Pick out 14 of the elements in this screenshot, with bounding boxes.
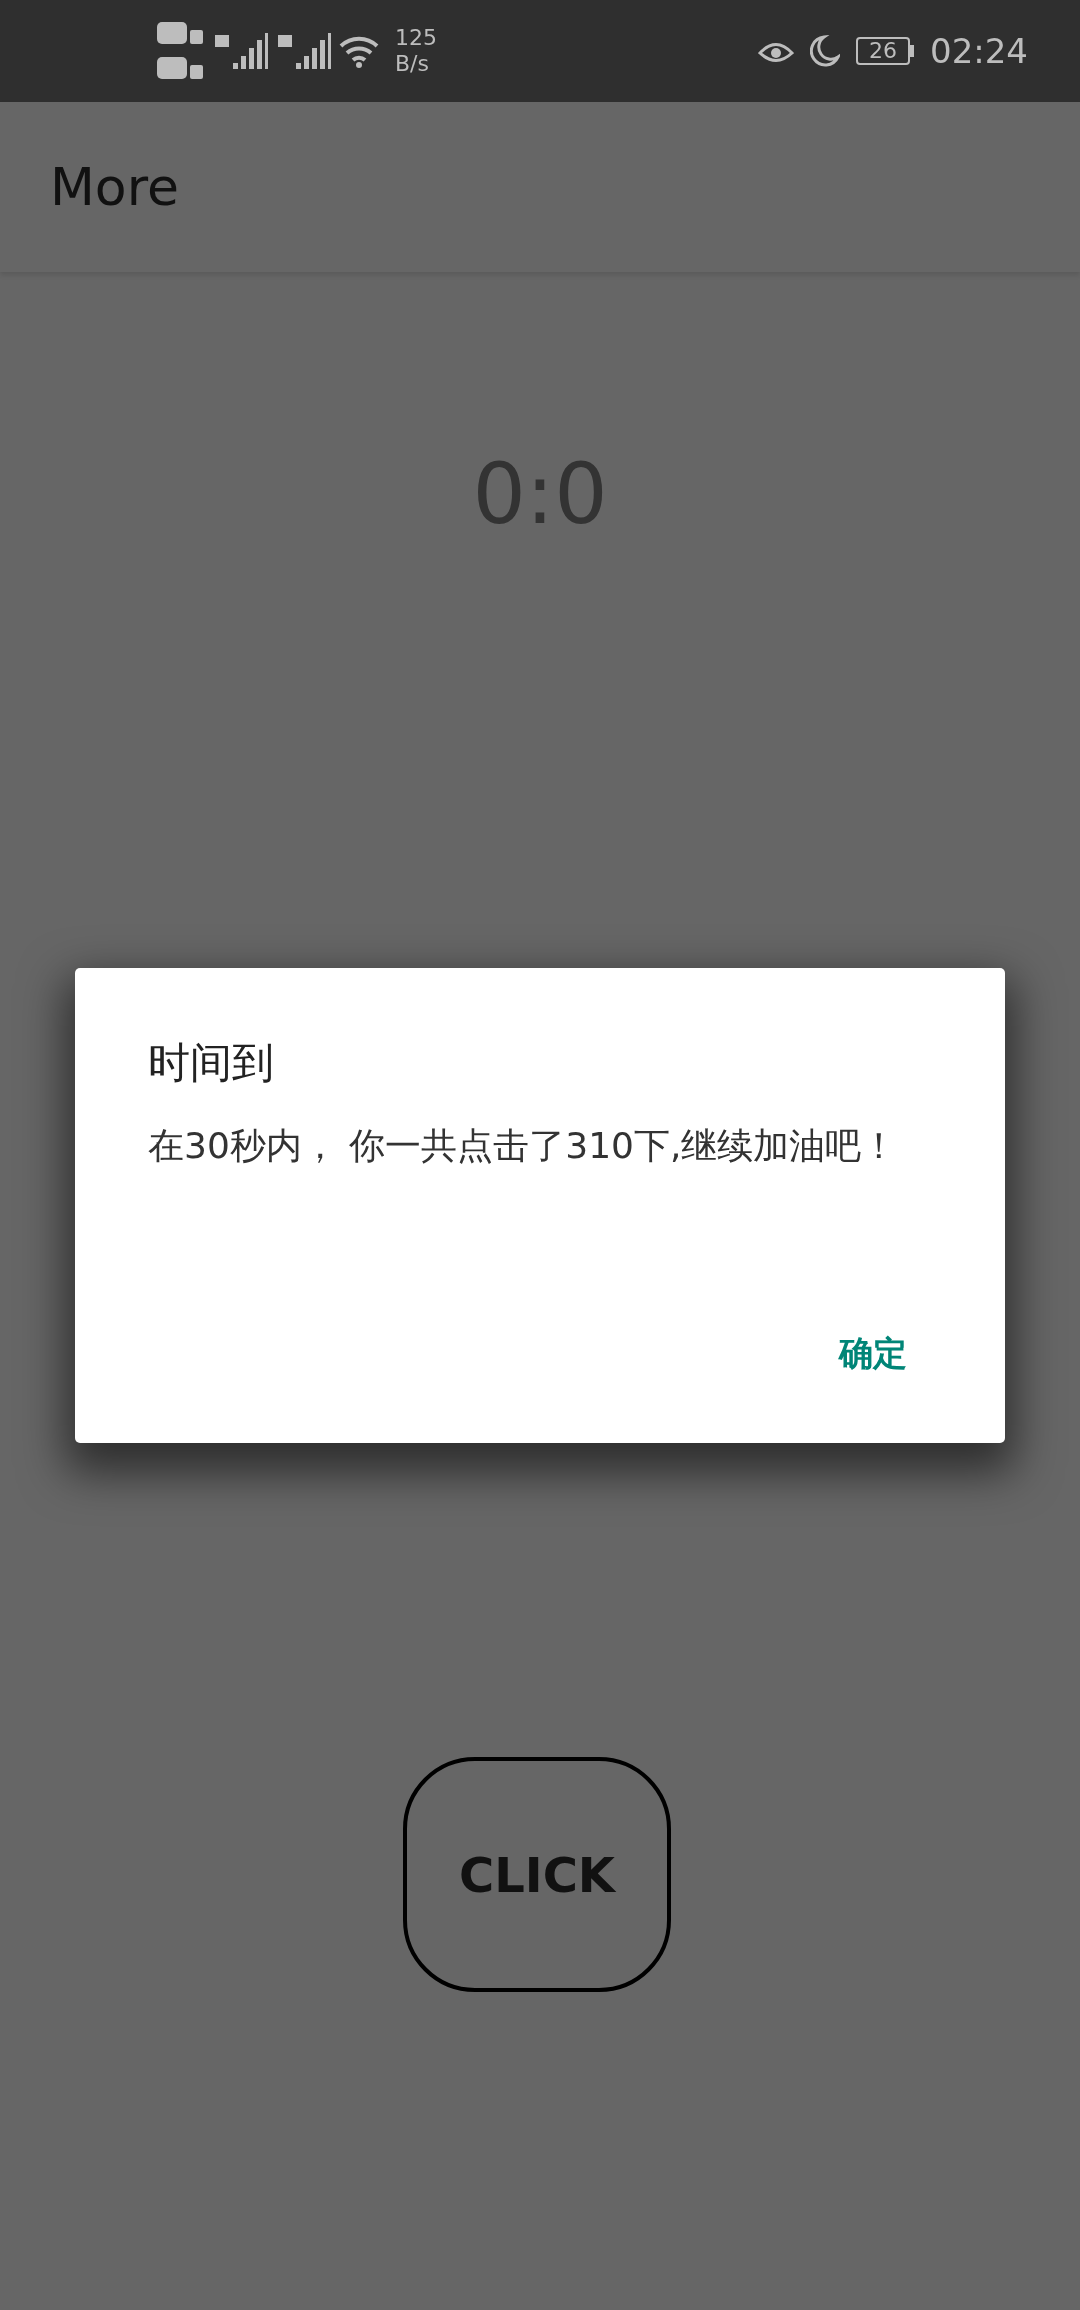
ok-button[interactable]: 确定 — [831, 1324, 915, 1383]
dialog-title: 时间到 — [148, 1038, 275, 1089]
sim-icon — [155, 20, 205, 82]
wifi-icon — [339, 34, 379, 68]
app-bar-title: More — [50, 156, 179, 219]
moon-icon — [810, 35, 840, 67]
signal-icon — [276, 31, 331, 71]
battery-icon: 26 — [856, 37, 910, 65]
dialog-message: 在30秒内， 你一共点击了310下,继续加油吧！ — [148, 1124, 899, 1169]
signal-icon — [213, 31, 268, 71]
clock: 02:24 — [930, 29, 1028, 73]
net-speed-unit: B/s — [395, 51, 430, 77]
net-speed: 125 — [395, 25, 437, 51]
click-button[interactable]: CLICK — [403, 1757, 671, 1992]
